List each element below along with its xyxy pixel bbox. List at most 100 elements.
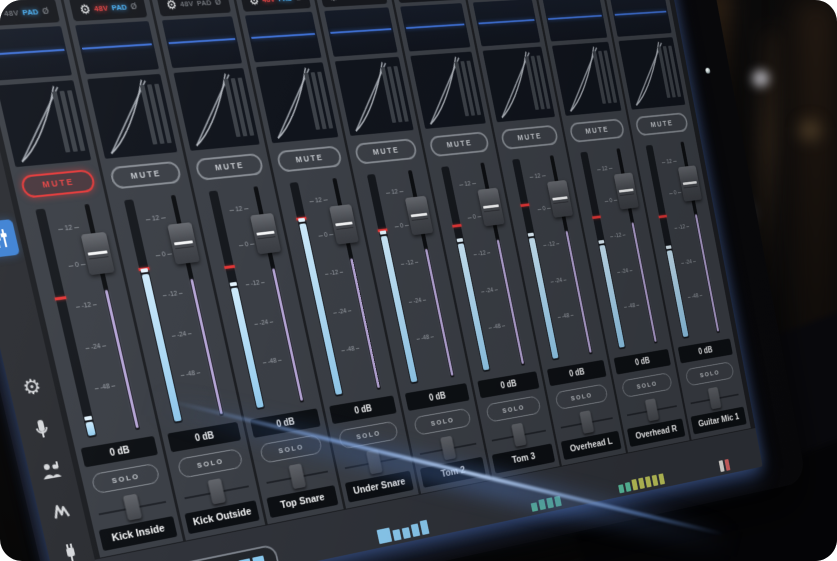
mute-button[interactable]: MUTE (568, 117, 626, 143)
scale-label: -48 (180, 369, 202, 379)
pad-toggle[interactable]: PAD (21, 7, 39, 17)
meter-segment (376, 527, 393, 545)
meter-segment (546, 497, 554, 509)
dynamics-graph[interactable] (0, 80, 92, 168)
dynamics-graph[interactable] (173, 67, 260, 151)
trim-slider[interactable] (472, 0, 541, 47)
scale-label: -48 (623, 302, 640, 310)
trim-slider[interactable] (244, 11, 322, 63)
scale-label: 0 (602, 197, 619, 205)
dynamics-graph[interactable] (551, 41, 622, 116)
scale-label: -48 (557, 312, 574, 320)
dynamics-graph[interactable] (410, 51, 486, 129)
pan-knob[interactable] (365, 449, 383, 475)
trim-slider-line (168, 38, 236, 45)
mute-row: MUTE (16, 164, 101, 203)
musicians-icon[interactable] (29, 450, 73, 491)
mute-row: MUTE (497, 120, 562, 153)
scale-label: -12 (543, 241, 561, 249)
channel-gear-icon[interactable]: ⚙ (0, 6, 2, 22)
trim-slider[interactable] (0, 26, 73, 81)
mute-button[interactable]: MUTE (428, 130, 490, 157)
trim-slider[interactable] (542, 0, 608, 42)
phase-invert-toggle[interactable]: Ø (295, 0, 303, 2)
trim-slider[interactable] (161, 16, 243, 69)
scale-label: -24 (480, 286, 498, 294)
meter-segment (624, 481, 632, 492)
trim-slider-line (547, 14, 602, 20)
scene: ‹ MOTU AVB Devices ▶ (0, 0, 837, 561)
trim-slider-line (0, 48, 65, 56)
trim-slider[interactable] (400, 3, 471, 52)
trim-slider[interactable] (324, 7, 398, 57)
meter-segment (401, 527, 411, 539)
pad-toggle[interactable]: PAD (277, 0, 293, 3)
channel-header: ⚙ 48V PAD Ø (155, 0, 232, 17)
scale-label: -24 (253, 318, 274, 327)
pan-knob[interactable] (579, 410, 595, 434)
scale-label: 0 (65, 260, 88, 269)
mute-button[interactable]: MUTE (109, 160, 183, 189)
scale-label: 12 (145, 214, 167, 223)
main-area: ▶ (0, 0, 763, 561)
trim-slider[interactable] (75, 21, 160, 75)
meter-fill (84, 421, 96, 437)
pan-knob[interactable] (440, 435, 457, 461)
trim-slider-line (251, 32, 316, 39)
peak-indicator (658, 214, 667, 219)
dynamics-graph[interactable] (334, 56, 414, 136)
pan-knob[interactable] (644, 398, 660, 422)
scale-label: -12 (674, 224, 690, 232)
mute-row: MUTE (425, 127, 493, 161)
dynamics-graph[interactable] (618, 37, 686, 110)
pan-knob[interactable] (511, 422, 527, 447)
phantom-48v-toggle[interactable]: 48V (3, 8, 19, 18)
dynamics-graph[interactable] (255, 62, 339, 144)
trim-slider[interactable] (609, 0, 672, 37)
pan-knob[interactable] (288, 463, 307, 490)
dynamics-graph[interactable] (87, 73, 178, 159)
mute-row: MUTE (566, 114, 628, 147)
channel-gear-icon[interactable]: ⚙ (247, 0, 260, 7)
trim-slider-line (478, 19, 535, 25)
peak-indicator (520, 203, 530, 207)
scale-label: 12 (529, 173, 547, 181)
meter-cluster (718, 458, 731, 473)
scale-label: -48 (687, 293, 703, 301)
phantom-48v-toggle[interactable]: 48V (179, 0, 194, 8)
scale-label: -48 (340, 345, 360, 354)
meter-cluster (152, 543, 285, 561)
phantom-48v-toggle[interactable]: 48V (93, 3, 109, 13)
meter-segment (419, 519, 430, 536)
scale-label: 12 (458, 180, 477, 188)
pan-knob[interactable] (207, 478, 226, 505)
phase-invert-toggle[interactable]: Ø (41, 6, 50, 16)
channel-gear-icon[interactable]: ⚙ (327, 0, 339, 3)
mute-button[interactable]: MUTE (634, 111, 689, 136)
mute-button[interactable]: MUTE (275, 144, 343, 173)
mute-button[interactable]: MUTE (500, 124, 559, 150)
scale-label: -24 (680, 258, 696, 266)
dynamics-graph[interactable] (482, 46, 556, 123)
settings-gear-icon[interactable]: ⚙ (10, 367, 55, 407)
phantom-48v-toggle[interactable]: 48V (261, 0, 275, 4)
pad-toggle[interactable]: PAD (111, 2, 128, 12)
pan-knob[interactable] (122, 493, 143, 521)
pad-toggle[interactable]: PAD (196, 0, 213, 7)
scale-label: -24 (332, 307, 352, 316)
channel-gear-icon[interactable]: ⚙ (165, 0, 179, 12)
meter-segment (252, 555, 268, 561)
talkback-icon[interactable] (20, 408, 64, 449)
phase-invert-toggle[interactable]: Ø (130, 1, 139, 11)
mute-button[interactable]: MUTE (19, 168, 97, 199)
channel-gear-icon[interactable]: ⚙ (78, 1, 92, 16)
scale-label: -24 (550, 277, 568, 285)
mute-button[interactable]: MUTE (353, 137, 418, 165)
direct-io-icon[interactable] (49, 532, 93, 561)
pan-knob[interactable] (707, 386, 722, 410)
scale-label: 12 (661, 158, 677, 165)
waveform-icon[interactable] (39, 491, 83, 532)
scale-label: -12 (245, 279, 266, 288)
phase-invert-toggle[interactable]: Ø (214, 0, 222, 7)
mute-button[interactable]: MUTE (194, 152, 265, 181)
